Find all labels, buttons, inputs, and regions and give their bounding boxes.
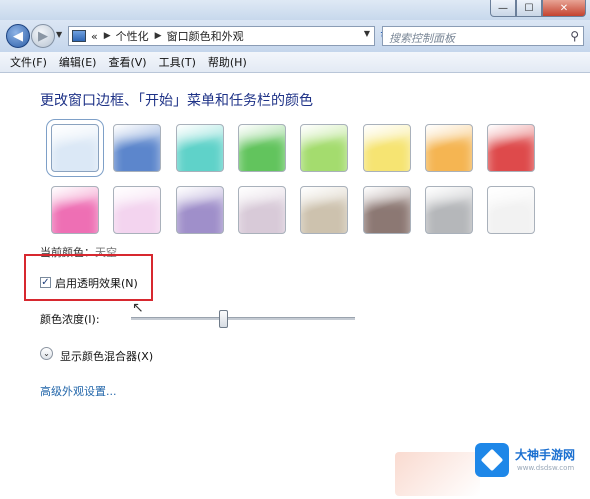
history-dropdown-icon[interactable]: ▼ [56, 30, 62, 39]
color-intensity-track[interactable] [131, 317, 355, 320]
breadcrumb-overflow[interactable]: « [91, 30, 98, 43]
color-swatch[interactable] [363, 186, 411, 234]
color-swatch[interactable] [51, 186, 99, 234]
chevron-down-icon: ⌄ [43, 349, 50, 358]
back-arrow-icon: ◀ [13, 28, 23, 44]
back-button[interactable]: ◀ [6, 24, 30, 48]
color-swatch[interactable] [300, 124, 348, 172]
menu-view[interactable]: 查看(V) [108, 54, 146, 70]
navigation-bar: ◀ ▶ ▼ « ▶ 个性化 ▶ 窗口颜色和外观 ▼ ↻ 搜索控制面板 ⚲ [0, 20, 590, 52]
color-swatch[interactable] [46, 119, 104, 177]
breadcrumb-personalization[interactable]: 个性化 [116, 28, 149, 44]
minimize-button[interactable]: — [490, 0, 516, 17]
address-bar[interactable]: « ▶ 个性化 ▶ 窗口颜色和外观 ▼ [68, 26, 375, 46]
breadcrumb-window-color[interactable]: 窗口颜色和外观 [167, 28, 244, 44]
checkmark-icon: ✓ [41, 277, 50, 288]
page-title: 更改窗口边框、「开始」菜单和任务栏的颜色 [40, 93, 313, 109]
advanced-appearance-link[interactable]: 高级外观设置... [40, 383, 117, 399]
search-placeholder: 搜索控制面板 [389, 32, 455, 45]
color-swatch[interactable] [487, 124, 535, 172]
color-swatch[interactable] [113, 124, 161, 172]
color-intensity-label: 颜色浓度(I): [40, 313, 100, 326]
breadcrumb-separator[interactable]: ▶ [155, 31, 162, 41]
search-input[interactable]: 搜索控制面板 ⚲ [382, 26, 584, 46]
window-controls: — ☐ ✕ [490, 0, 586, 17]
menu-tools[interactable]: 工具(T) [159, 54, 196, 70]
transparency-label[interactable]: 启用透明效果(N) [55, 275, 138, 291]
color-swatch[interactable] [363, 124, 411, 172]
cube-icon [480, 448, 504, 472]
forward-arrow-icon: ▶ [38, 28, 48, 44]
control-panel-icon [72, 30, 86, 42]
close-button[interactable]: ✕ [542, 0, 586, 17]
window-titlebar: — ☐ ✕ [0, 0, 590, 20]
color-swatch[interactable] [425, 124, 473, 172]
watermark-logo-icon [475, 443, 509, 477]
transparency-checkbox[interactable]: ✓ [40, 277, 51, 288]
search-icon[interactable]: ⚲ [570, 29, 579, 43]
menu-help[interactable]: 帮助(H) [208, 54, 247, 70]
color-intensity-slider-thumb[interactable] [219, 310, 228, 328]
watermark-decoration [395, 452, 480, 496]
expand-chevron-icon[interactable]: ⌄ [40, 347, 53, 360]
color-swatch[interactable] [425, 186, 473, 234]
breadcrumb-separator[interactable]: ▶ [104, 31, 111, 41]
color-swatch[interactable] [300, 186, 348, 234]
forward-button[interactable]: ▶ [31, 24, 55, 48]
color-swatch[interactable] [176, 124, 224, 172]
color-swatch[interactable] [238, 124, 286, 172]
color-swatch[interactable] [113, 186, 161, 234]
menu-edit[interactable]: 编辑(E) [59, 54, 97, 70]
mouse-pointer-icon: ↖ [132, 300, 144, 316]
maximize-button[interactable]: ☐ [516, 0, 542, 17]
color-swatch[interactable] [176, 186, 224, 234]
menu-file[interactable]: 文件(F) [10, 54, 47, 70]
address-dropdown-icon[interactable]: ▼ [364, 29, 370, 38]
menu-bar: 文件(F) 编辑(E) 查看(V) 工具(T) 帮助(H) [0, 52, 590, 73]
show-color-mixer-link[interactable]: 显示颜色混合器(X) [60, 348, 153, 364]
color-swatch[interactable] [487, 186, 535, 234]
watermark-title: 大神手游网 [515, 448, 576, 462]
watermark-url: www.dsdsw.com [517, 464, 575, 472]
color-swatch[interactable] [238, 186, 286, 234]
